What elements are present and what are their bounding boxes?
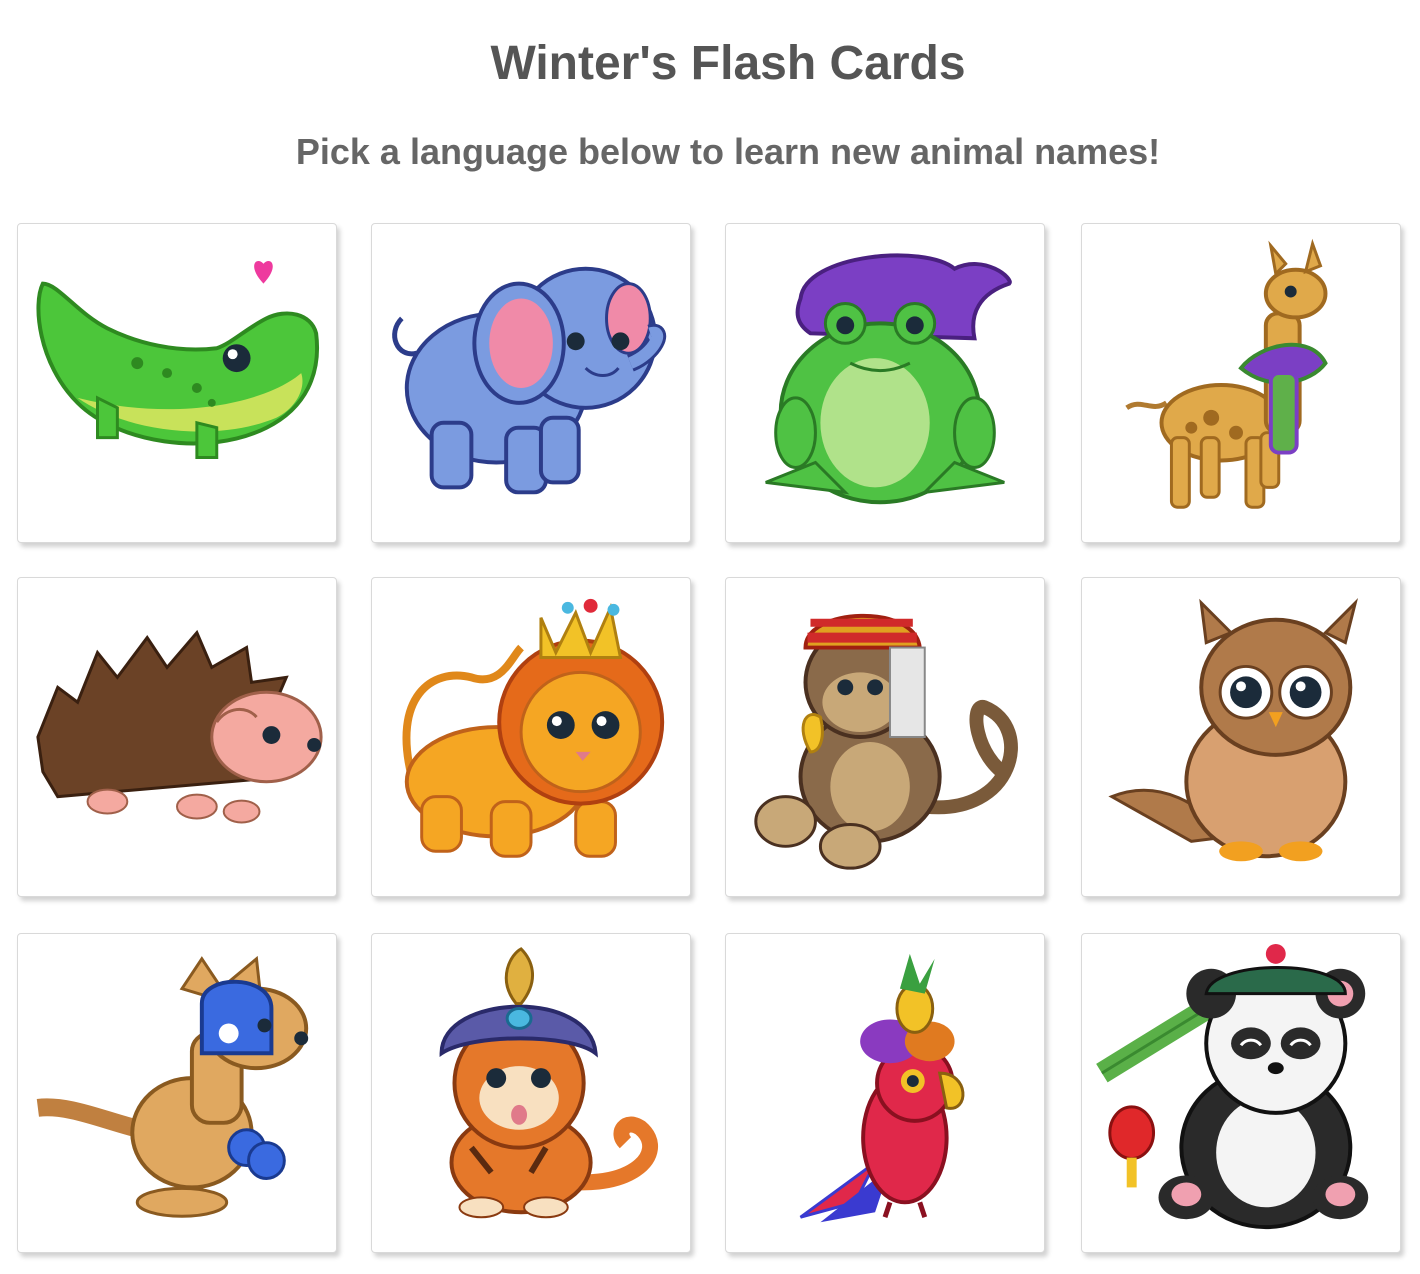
hedgehog-icon: [36, 629, 323, 824]
kangaroo-icon: [36, 955, 309, 1218]
card-lion[interactable]: [371, 577, 691, 897]
frog-icon: [765, 253, 1012, 505]
owl-icon: [1108, 597, 1359, 862]
page-title: Winter's Flash Cards: [490, 37, 966, 90]
monkey-icon: [754, 613, 1018, 870]
card-hedgehog[interactable]: [17, 577, 337, 897]
card-owl[interactable]: [1081, 577, 1401, 897]
elephant-icon: [392, 266, 666, 495]
card-giraffe[interactable]: [1081, 223, 1401, 543]
crocodile-icon: [36, 260, 319, 460]
card-panda[interactable]: [1081, 933, 1401, 1253]
giraffe-icon: [1125, 238, 1328, 509]
card-parrot[interactable]: [725, 933, 1045, 1253]
parrot-icon: [799, 953, 965, 1223]
card-elephant[interactable]: [371, 223, 691, 543]
page-subtitle: Pick a language below to learn new anima…: [295, 131, 1161, 172]
card-monkey[interactable]: [725, 577, 1045, 897]
card-frog[interactable]: [725, 223, 1045, 543]
lion-icon: [402, 598, 665, 858]
panda-icon: [1096, 943, 1369, 1230]
card-kangaroo[interactable]: [17, 933, 337, 1253]
card-tiger[interactable]: [371, 933, 691, 1253]
tiger-icon: [439, 947, 658, 1219]
card-crocodile[interactable]: [17, 223, 337, 543]
